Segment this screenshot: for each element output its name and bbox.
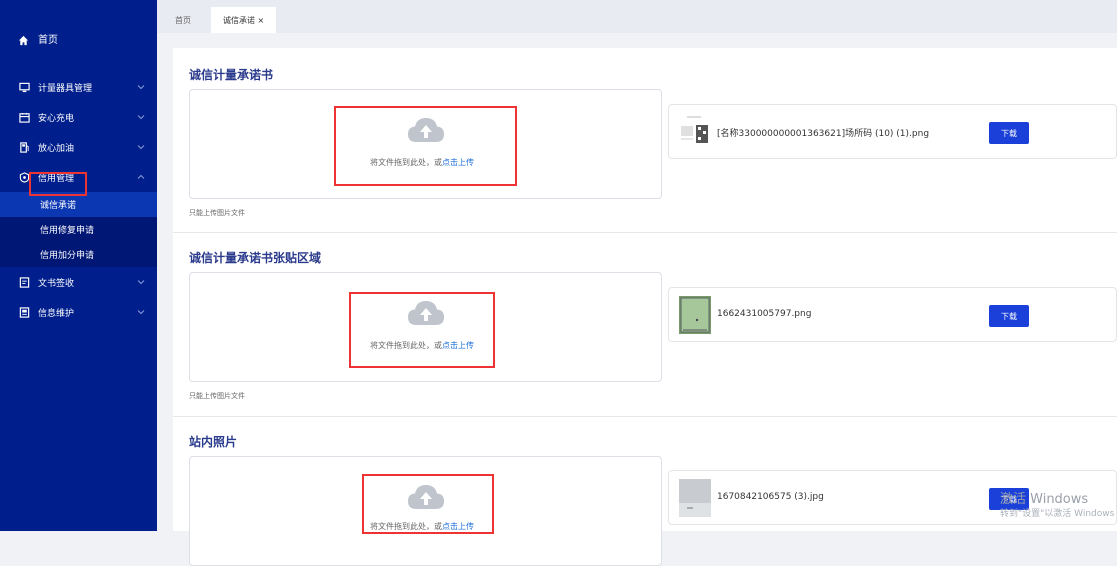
tab-bar: 首页 诚信承诺 × (157, 0, 1117, 33)
sidebar-item-meter[interactable]: 计量器具管理 (0, 72, 157, 102)
sidebar-item-label: 安心充电 (38, 113, 75, 124)
document-icon (18, 276, 30, 288)
home-icon (18, 35, 30, 46)
tab-home[interactable]: 首页 (163, 7, 203, 33)
calendar-icon (18, 111, 30, 123)
sidebar-subitem-bonus[interactable]: 信用加分申请 (0, 242, 157, 267)
section-divider (173, 416, 1117, 417)
tab-promise[interactable]: 诚信承诺 × (211, 7, 277, 33)
sidebar-item-documents[interactable]: 文书签收 (0, 267, 157, 297)
section-title: 站内照片 (189, 435, 238, 449)
highlight-box (349, 292, 495, 368)
sidebar-subitem-label: 信用加分申请 (40, 251, 95, 261)
fuel-icon (18, 141, 30, 153)
monitor-icon (18, 81, 30, 93)
download-button[interactable]: 下载 (989, 122, 1029, 144)
highlight-box (29, 172, 87, 196)
highlight-box (334, 106, 517, 186)
windows-watermark-subtitle: 转到"设置"以激活 Windows (1000, 509, 1115, 519)
chevron-down-icon (137, 280, 145, 285)
info-icon (18, 306, 30, 318)
chevron-down-icon (137, 145, 145, 150)
sidebar-item-label: 计量器具管理 (38, 83, 93, 94)
sidebar-subitem-repair[interactable]: 信用修复申请 (0, 217, 157, 242)
windows-watermark-title: 激活 Windows (1000, 492, 1089, 507)
section-title: 诚信计量承诺书张贴区域 (189, 251, 322, 265)
highlight-box (362, 474, 494, 534)
sidebar-item-info[interactable]: 信息维护 (0, 297, 157, 327)
sidebar-item-label: 文书签收 (38, 278, 75, 289)
file-name: 1670842106575 (3).jpg (717, 492, 824, 502)
download-button[interactable]: 下载 (989, 305, 1029, 327)
file-thumbnail (679, 296, 711, 334)
section-title: 诚信计量承诺书 (189, 68, 274, 82)
chevron-up-icon (137, 174, 145, 179)
file-name: 1662431005797.png (717, 309, 812, 319)
sidebar-home-label: 首页 (38, 35, 58, 46)
sidebar-item-label: 放心加油 (38, 143, 75, 154)
sidebar-item-fuel[interactable]: 放心加油 (0, 132, 157, 162)
sidebar-item-home[interactable]: 首页 (0, 0, 157, 72)
file-card: [名称330000000001363621]场所码 (10) (1).png 下… (668, 104, 1117, 159)
sidebar-subitem-label: 信用修复申请 (40, 226, 95, 236)
file-thumbnail (679, 113, 711, 151)
chevron-down-icon (137, 85, 145, 90)
tab-label: 首页 (175, 15, 191, 25)
upload-tip: 只能上传图片文件 (189, 209, 245, 217)
upload-tip: 只能上传图片文件 (189, 392, 245, 400)
chevron-down-icon (137, 115, 145, 120)
file-thumbnail (679, 479, 711, 517)
file-name: [名称330000000001363621]场所码 (10) (1).png (717, 129, 930, 139)
file-card: 1662431005797.png 下载 (668, 287, 1117, 342)
sidebar-subitem-label: 诚信承诺 (40, 201, 77, 211)
sidebar: 首页 计量器具管理 安心充电 放心加油 信用管理 诚信承诺 信用修复申请 信用加 (0, 0, 157, 531)
chevron-down-icon (137, 310, 145, 315)
sidebar-item-label: 信息维护 (38, 308, 75, 319)
tab-label: 诚信承诺 × (223, 15, 265, 25)
sidebar-item-charging[interactable]: 安心充电 (0, 102, 157, 132)
section-divider (173, 232, 1117, 233)
